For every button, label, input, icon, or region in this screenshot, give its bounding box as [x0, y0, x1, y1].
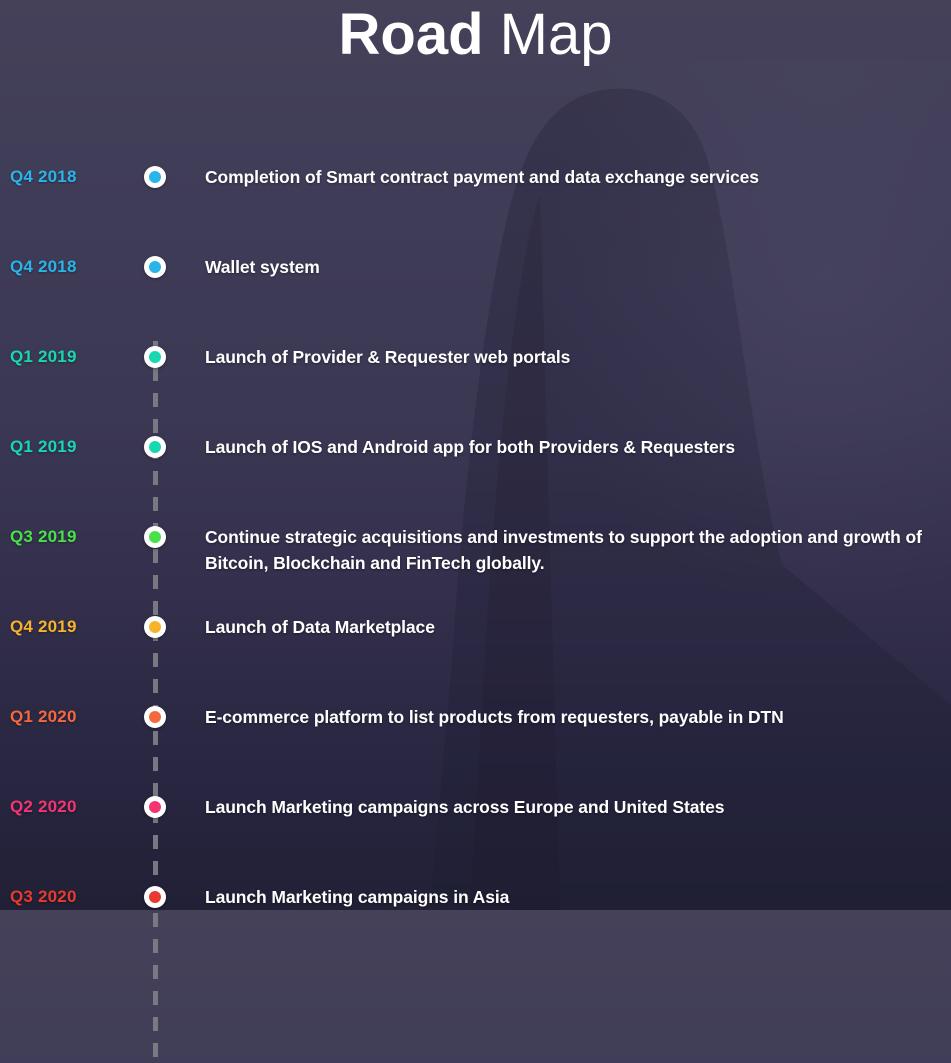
page-title-light: Map [499, 2, 613, 67]
item-text: Completion of Smart contract payment and… [205, 167, 759, 187]
timeline-dot-core [149, 711, 161, 723]
timeline-dot-core [149, 801, 161, 813]
page-title-bold: Road [338, 2, 484, 67]
timeline-item: Q1 2019 Launch of IOS and Android app fo… [0, 434, 951, 524]
timeline-dot-core [149, 621, 161, 633]
timeline-dot [144, 526, 166, 548]
item-text: Launch of Data Marketplace [205, 617, 435, 637]
quarter-label: Q4 2019 [10, 617, 77, 636]
timeline-dot-core [149, 351, 161, 363]
timeline-dot [144, 436, 166, 458]
timeline-item: Q3 2019 Continue strategic acquisitions … [0, 524, 951, 614]
item-text: Launch Marketing campaigns in Asia [205, 887, 510, 907]
timeline-dot [144, 166, 166, 188]
quarter-label: Q3 2020 [10, 887, 77, 906]
quarter-label: Q1 2019 [10, 437, 77, 456]
quarter-label: Q1 2019 [10, 347, 77, 366]
timeline-dot [144, 796, 166, 818]
timeline-items: Q4 2018 Completion of Smart contract pay… [0, 164, 951, 974]
timeline-dot-wrap [135, 254, 175, 280]
item-text: Launch of IOS and Android app for both P… [205, 437, 735, 457]
timeline-item: Q4 2018 Completion of Smart contract pay… [0, 164, 951, 254]
timeline-item: Q3 2020 Launch Marketing campaigns in As… [0, 884, 951, 974]
page-title: Road Map [0, 2, 951, 68]
timeline-item: Q1 2019 Launch of Provider & Requester w… [0, 344, 951, 434]
item-text: Launch Marketing campaigns across Europe… [205, 797, 725, 817]
timeline-dot-wrap [135, 884, 175, 910]
timeline-dot-core [149, 891, 161, 903]
quarter-label: Q2 2020 [10, 797, 77, 816]
roadmap-timeline: Q4 2018 Completion of Smart contract pay… [0, 164, 951, 1063]
timeline-dot-wrap [135, 524, 175, 550]
quarter-label: Q1 2020 [10, 707, 77, 726]
timeline-item: Q4 2019 Launch of Data Marketplace [0, 614, 951, 704]
quarter-label: Q4 2018 [10, 167, 77, 186]
timeline-dot [144, 706, 166, 728]
timeline-dot-wrap [135, 164, 175, 190]
timeline-dot-wrap [135, 704, 175, 730]
timeline-dot-wrap [135, 794, 175, 820]
timeline-dot-core [149, 531, 161, 543]
timeline-dot [144, 886, 166, 908]
timeline-dot [144, 616, 166, 638]
timeline-item: Q4 2018 Wallet system [0, 254, 951, 344]
timeline-item: Q2 2020 Launch Marketing campaigns acros… [0, 794, 951, 884]
timeline-dot-wrap [135, 344, 175, 370]
timeline-item: Q1 2020 E-commerce platform to list prod… [0, 704, 951, 794]
item-text: Wallet system [205, 257, 320, 277]
quarter-label: Q4 2018 [10, 257, 77, 276]
timeline-dot-core [149, 261, 161, 273]
timeline-dot-core [149, 441, 161, 453]
timeline-dot [144, 256, 166, 278]
item-text: Launch of Provider & Requester web porta… [205, 347, 571, 367]
timeline-dot-core [149, 171, 161, 183]
quarter-label: Q3 2019 [10, 527, 77, 546]
timeline-dot-wrap [135, 434, 175, 460]
timeline-dot-wrap [135, 614, 175, 640]
item-text: Continue strategic acquisitions and inve… [205, 527, 922, 573]
timeline-dot [144, 346, 166, 368]
item-text: E-commerce platform to list products fro… [205, 707, 784, 727]
